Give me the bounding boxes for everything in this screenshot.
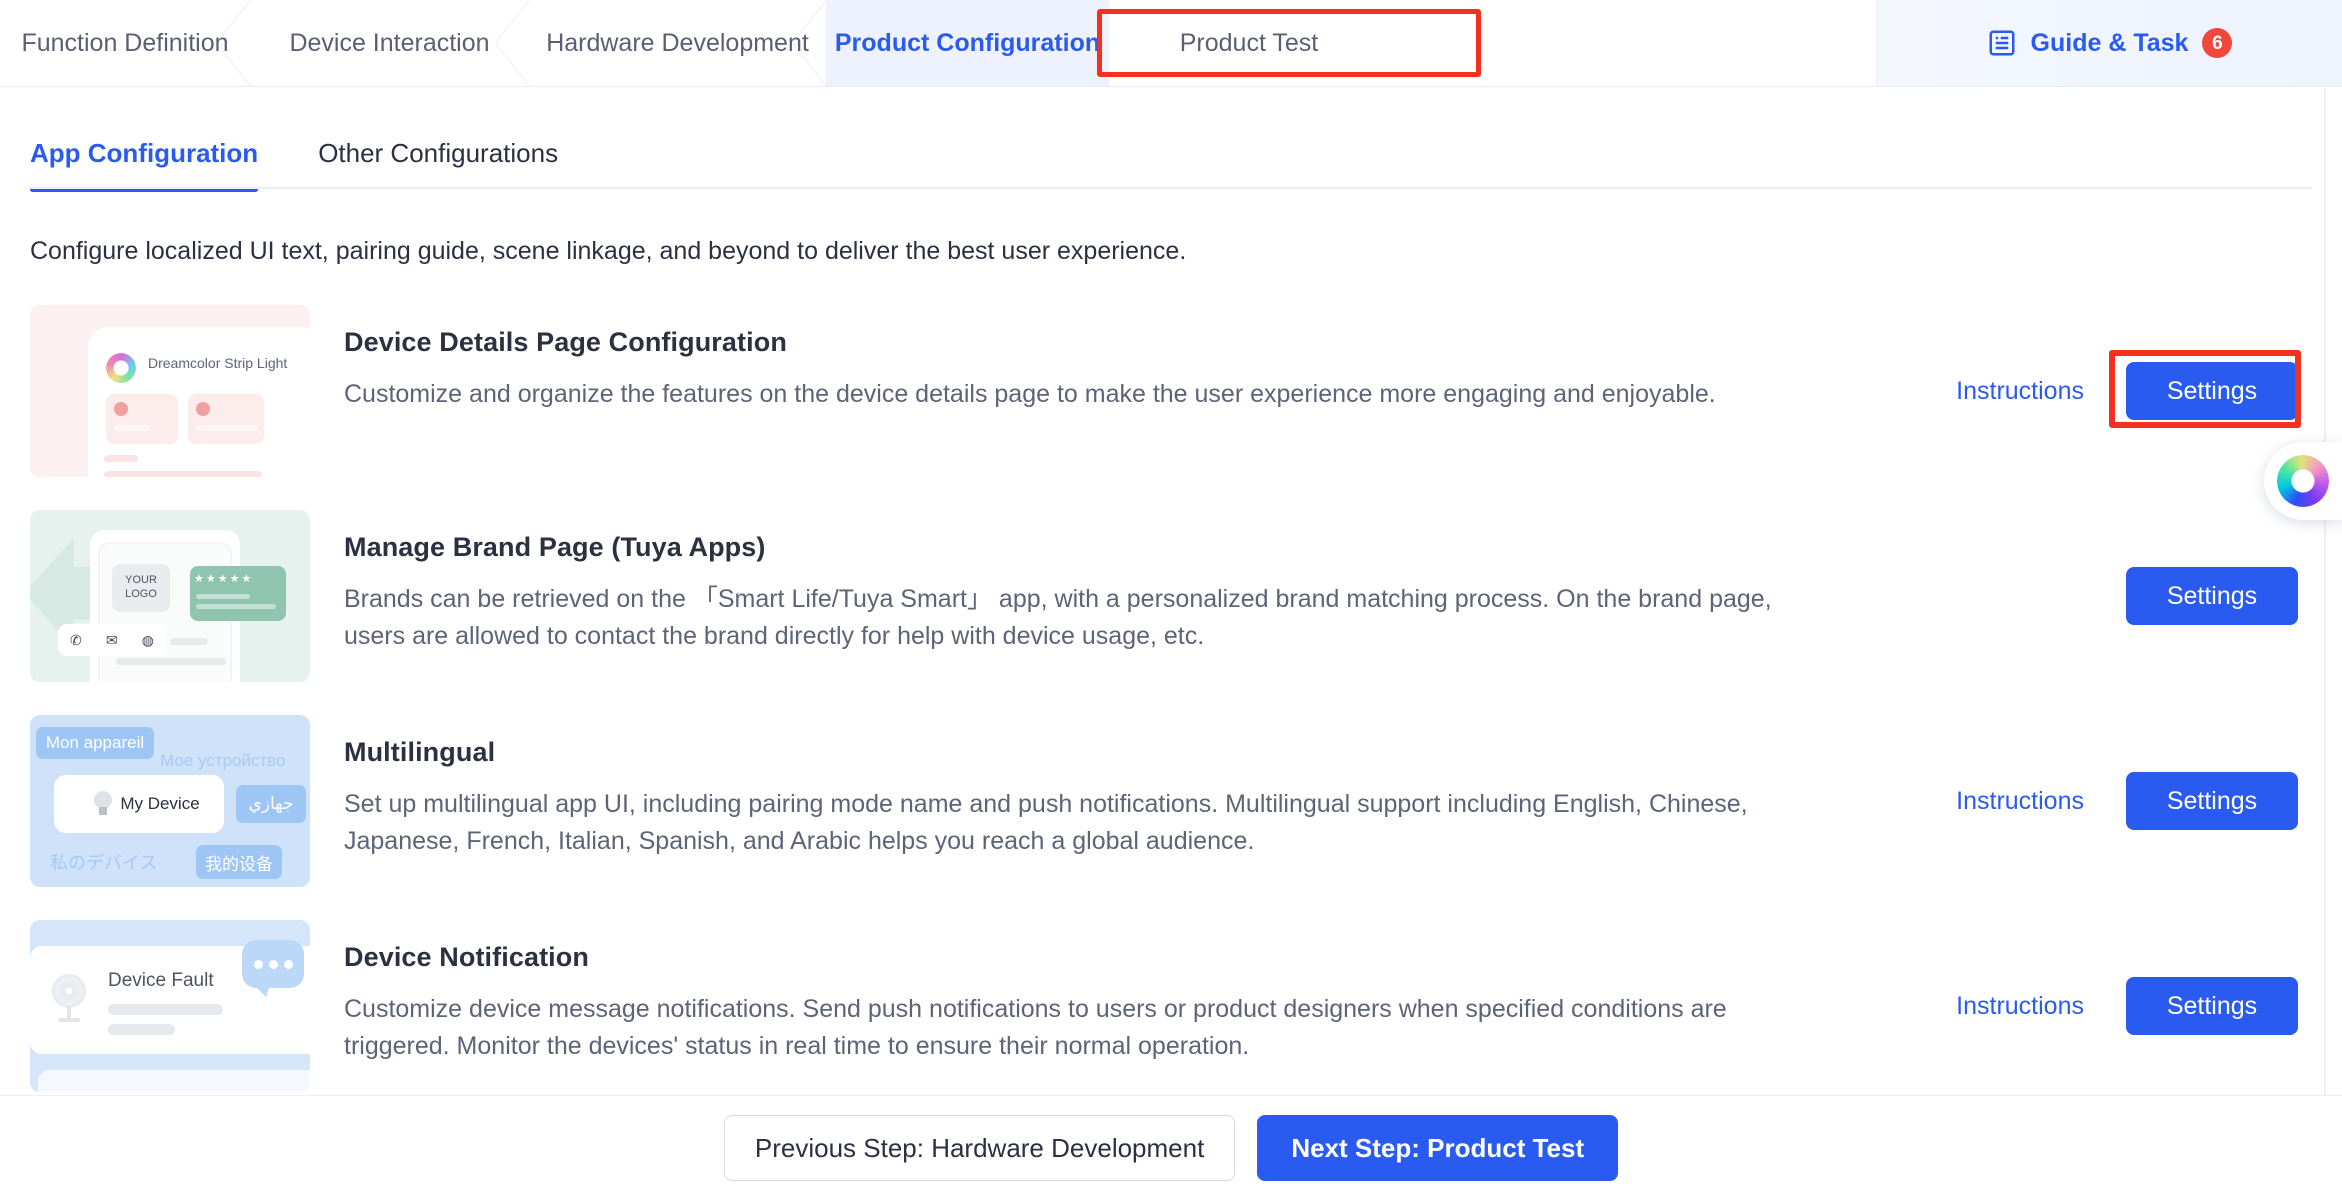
feature-actions: Settings <box>1892 510 2312 682</box>
mail-icon: ✉ <box>105 631 118 648</box>
step-navigation: Function Definition Device Interaction H… <box>0 0 2342 87</box>
chip-japanese: 私のデバイス <box>50 853 158 873</box>
ai-assistant-icon <box>2277 455 2329 507</box>
tab-divider <box>30 187 2312 189</box>
feature-text: Device Notification Customize device mes… <box>310 910 1892 1064</box>
footer-bar: Previous Step: Hardware Development Next… <box>0 1095 2342 1200</box>
device-notification-thumbnail: Device Fault <box>30 920 310 1092</box>
chip-english: My Device <box>54 775 224 833</box>
feature-actions: Instructions Settings <box>1892 305 2312 477</box>
step-hardware-development[interactable]: Hardware Development <box>529 0 827 86</box>
scroll-rail[interactable] <box>2324 88 2326 1200</box>
step-function-definition[interactable]: Function Definition <box>0 0 251 86</box>
feature-row-multilingual: Mon appareil Мое устройство My Device جه… <box>0 705 2342 910</box>
feature-row-device-notification: Device Fault Device Notification Customi… <box>0 910 2342 1095</box>
page-root: Function Definition Device Interaction H… <box>0 0 2342 1200</box>
step-label: Function Definition <box>21 28 229 57</box>
feature-list: Dreamcolor Strip Light Device Details Pa… <box>0 295 2342 1095</box>
next-step-button[interactable]: Next Step: Product Test <box>1257 1115 1619 1181</box>
fan-icon <box>52 974 88 1022</box>
tab-label: App Configuration <box>30 138 259 168</box>
step-label: Device Interaction <box>289 28 490 57</box>
logo-line-1: YOUR <box>125 574 157 587</box>
feature-description: Set up multilingual app UI, including pa… <box>344 790 1748 855</box>
feature-description: Customize device message notifications. … <box>344 995 1727 1060</box>
feature-actions: Instructions Settings <box>1892 920 2312 1092</box>
feature-description: Customize and organize the features on t… <box>344 380 1716 408</box>
device-details-thumbnail: Dreamcolor Strip Light <box>30 305 310 477</box>
tab-app-configuration[interactable]: App Configuration <box>30 138 259 192</box>
feature-text: Device Details Page Configuration Custom… <box>310 295 1892 413</box>
bulb-icon <box>94 791 113 817</box>
settings-button[interactable]: Settings <box>2126 567 2298 625</box>
brand-logo-placeholder: YOUR LOGO <box>112 564 170 612</box>
instructions-link[interactable]: Instructions <box>1956 992 2084 1021</box>
tab-label: Other Configurations <box>318 138 559 168</box>
contact-icons-group: ✆ ✉ ◍ <box>58 624 166 656</box>
tab-other-configurations[interactable]: Other Configurations <box>318 138 558 189</box>
multilingual-thumbnail: Mon appareil Мое устройство My Device جه… <box>30 715 310 887</box>
feature-description: Brands can be retrieved on the 「Smart Li… <box>344 585 1772 650</box>
fault-label: Device Fault <box>108 970 214 991</box>
settings-button[interactable]: Settings <box>2126 977 2298 1035</box>
feature-actions: Instructions Settings <box>1892 715 2312 887</box>
instructions-link[interactable]: Instructions <box>1956 377 2084 406</box>
guide-and-task-button[interactable]: Guide & Task 6 <box>1876 0 2342 86</box>
feature-row-device-details: Dreamcolor Strip Light Device Details Pa… <box>0 295 2342 500</box>
page-description: Configure localized UI text, pairing gui… <box>30 237 1187 265</box>
step-product-configuration[interactable]: Product Configuration <box>826 0 1110 86</box>
phone-icon: ✆ <box>70 631 82 648</box>
chip-chinese: 我的设备 <box>196 845 282 879</box>
step-label: Product Test <box>1179 28 1319 57</box>
feature-title: Multilingual <box>344 737 496 767</box>
settings-button[interactable]: Settings <box>2126 362 2298 420</box>
feature-title: Device Details Page Configuration <box>344 327 787 357</box>
step-device-interaction[interactable]: Device Interaction <box>250 0 530 86</box>
step-label: Hardware Development <box>546 28 809 57</box>
brand-page-thumbnail: YOUR LOGO ★★★★★ ✆ ✉ ◍ <box>30 510 310 682</box>
sub-tab-bar: App Configuration Other Configurations <box>0 87 2342 192</box>
feature-text: Multilingual Set up multilingual app UI,… <box>310 705 1892 859</box>
step-product-test[interactable]: Product Test <box>1109 0 1389 86</box>
feature-title: Manage Brand Page (Tuya Apps) <box>344 532 766 562</box>
feature-row-brand-page: YOUR LOGO ★★★★★ ✆ ✉ ◍ Manage Brand Page … <box>0 500 2342 705</box>
list-document-icon <box>1987 28 2017 58</box>
chip-english-label: My Device <box>120 794 200 813</box>
instructions-link[interactable]: Instructions <box>1956 787 2084 816</box>
guide-and-task-label: Guide & Task <box>2030 28 2189 57</box>
step-label: Product Configuration <box>834 28 1101 57</box>
color-ring-icon <box>106 353 136 383</box>
message-bubble-icon <box>242 940 304 997</box>
feature-text: Manage Brand Page (Tuya Apps) Brands can… <box>310 500 1892 654</box>
star-rating-icon: ★★★★★ <box>194 573 254 585</box>
chip-arabic: جهازي <box>236 785 306 823</box>
previous-step-button[interactable]: Previous Step: Hardware Development <box>723 1115 1236 1181</box>
whatsapp-icon: ◍ <box>141 631 154 648</box>
chip-russian: Мое устройство <box>160 751 286 770</box>
guide-task-badge: 6 <box>2202 28 2233 58</box>
logo-line-2: LOGO <box>125 588 157 600</box>
thumbnail-device-name: Dreamcolor Strip Light <box>148 355 288 371</box>
ai-assistant-button[interactable] <box>2264 442 2342 520</box>
feature-title: Device Notification <box>344 942 589 972</box>
chip-french: Mon appareil <box>36 727 154 759</box>
settings-button[interactable]: Settings <box>2126 772 2298 830</box>
